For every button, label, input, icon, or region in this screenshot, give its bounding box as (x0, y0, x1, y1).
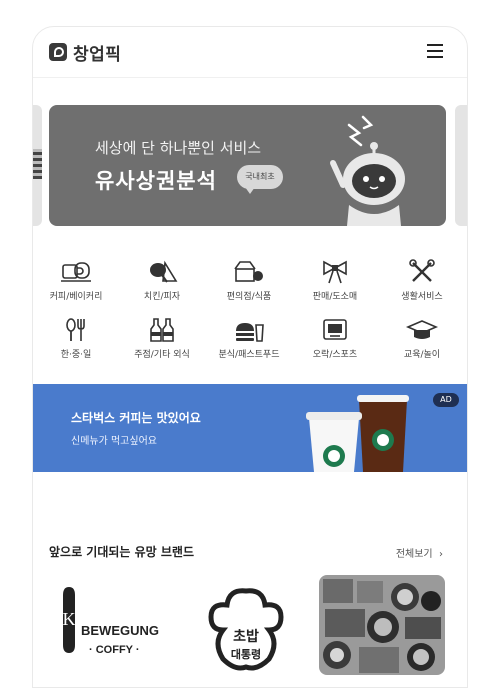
coffee-cups-image (306, 395, 409, 472)
category-bar-dining[interactable]: 주점/기타 외식 (119, 317, 205, 367)
category-label: 주점/기타 외식 (134, 350, 190, 360)
brand-card-food-photo[interactable] (319, 575, 445, 675)
category-label: 교육/놀이 (403, 350, 441, 360)
category-label: 커피/베이커리 (49, 292, 103, 302)
tools-icon (409, 259, 435, 282)
game-monitor-icon (323, 319, 347, 340)
chevron-right-icon: › (435, 549, 443, 560)
convenience-store-icon (234, 261, 263, 282)
brand-carousel[interactable]: K BEWEGUNG · COFFY · 초밥 대통령 (33, 575, 467, 675)
bottles-icon (150, 318, 174, 342)
see-all-label: 전체보기 (395, 549, 433, 560)
brand-logo-text-2: 대통령 (231, 647, 261, 661)
banner-previous-slide[interactable] (33, 105, 42, 226)
brand-logo-text: BEWEGUNG (81, 623, 159, 638)
burger-drink-icon (236, 323, 264, 342)
category-label: 생활서비스 (401, 292, 443, 302)
svg-text:K: K (63, 609, 76, 629)
app-logo-text[interactable]: 창업픽 (73, 40, 121, 65)
category-label: 한·중·일 (60, 350, 92, 360)
category-label: 편의점/식품 (226, 292, 272, 302)
category-grid: 커피/베이커리 치킨/피자 편의점/식품 판매/도소매 생활서비스 한·중·일 … (33, 253, 467, 373)
banner-carousel[interactable]: 세상에 단 하나뿐인 서비스 유사상권분석 국내최초 (33, 105, 467, 229)
category-convenience-food[interactable]: 편의점/식품 (206, 259, 292, 309)
banner-slide[interactable]: 세상에 단 하나뿐인 서비스 유사상권분석 국내최초 (49, 105, 446, 226)
gift-bow-icon (323, 260, 347, 284)
banner-subtitle: 세상에 단 하나뿐인 서비스 (95, 139, 262, 157)
coffee-bread-icon (61, 262, 91, 282)
chobap-logo: 초밥 대통령 (208, 588, 284, 671)
category-snack-fastfood[interactable]: 분식/패스트푸드 (206, 317, 292, 367)
food-photo-image (319, 575, 445, 675)
banner-next-slide[interactable] (455, 105, 467, 226)
category-label: 오락/스포츠 (312, 350, 358, 360)
app-header: 창업픽 (33, 27, 467, 78)
banner-badge: 국내최초 (237, 165, 283, 194)
brand-logo-text-2: · COFFY · (89, 644, 140, 656)
hamburger-menu-icon[interactable] (427, 44, 443, 58)
banner-title: 유사상권분석 (95, 169, 217, 193)
ad-title: 스타벅스 커피는 맛있어요 (71, 411, 201, 425)
category-label: 치킨/피자 (143, 292, 181, 302)
ad-subtitle: 신메뉴가 먹고싶어요 (71, 436, 157, 447)
spoon-fork-icon (66, 318, 85, 341)
brand-card-chobap[interactable]: 초밥 대통령 (183, 575, 309, 675)
brand-logo-text: 초밥 (233, 628, 259, 645)
category-label: 판매/도소매 (312, 292, 358, 302)
category-entertainment-sports[interactable]: 오락/스포츠 (292, 317, 378, 367)
graduation-cap-icon (405, 320, 439, 339)
category-chicken-pizza[interactable]: 치킨/피자 (119, 259, 205, 309)
brand-card-bewegung[interactable]: K BEWEGUNG · COFFY · (49, 575, 175, 675)
robot-mascot-icon (330, 115, 405, 226)
logo-icon[interactable] (49, 43, 67, 61)
bewegung-coffee-logo: K BEWEGUNG · COFFY · (63, 587, 159, 656)
category-retail[interactable]: 판매/도소매 (292, 259, 378, 309)
ad-banner[interactable]: 스타벅스 커피는 맛있어요 신메뉴가 먹고싶어요 AD (33, 384, 467, 472)
section-title-promising-brands: 앞으로 기대되는 유망 브랜드 (49, 545, 195, 559)
chicken-pizza-icon (150, 260, 178, 283)
app-frame: 창업픽 세상에 단 하나뿐인 서비스 유사상권분석 국내최초 커피/베이커리 치… (32, 26, 468, 688)
see-all-link[interactable]: 전체보기 › (396, 545, 443, 560)
category-life-service[interactable]: 생활서비스 (379, 259, 465, 309)
category-korean-chinese-japanese[interactable]: 한·중·일 (33, 317, 119, 367)
category-label: 분식/패스트푸드 (218, 350, 280, 360)
ad-badge: AD (433, 393, 459, 407)
category-education-play[interactable]: 교육/놀이 (379, 317, 465, 367)
category-coffee-bakery[interactable]: 커피/베이커리 (33, 259, 119, 309)
